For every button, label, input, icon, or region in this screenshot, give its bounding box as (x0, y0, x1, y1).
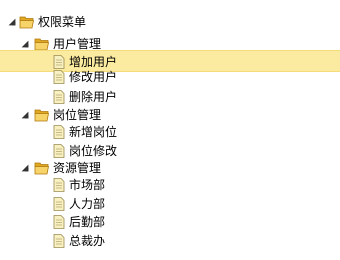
folder-open-icon (19, 16, 34, 29)
permission-tree: 权限菜单 用户管理 增加用户 修改用户 删除用户 岗位管理 新增岗位 岗位修改 … (0, 0, 340, 260)
tree-node-root[interactable]: 权限菜单 (0, 11, 340, 33)
tree-leaf-label: 修改用户 (69, 70, 118, 84)
tree-leaf-label: 后勤部 (69, 215, 106, 229)
expand-toggle-icon[interactable] (21, 40, 29, 48)
tree-leaf-label: 人力部 (69, 197, 106, 211)
tree-leaf-modify-user[interactable]: 修改用户 (0, 66, 340, 88)
expand-toggle-icon[interactable] (21, 164, 29, 172)
document-icon (53, 215, 65, 229)
tree-node-label: 权限菜单 (38, 15, 87, 29)
document-icon (53, 197, 65, 211)
expand-toggle-icon[interactable] (8, 18, 16, 26)
tree-leaf-label: 总裁办 (69, 234, 106, 248)
document-icon (53, 234, 65, 248)
expand-toggle-icon[interactable] (21, 111, 29, 119)
document-icon (53, 125, 65, 139)
tree-leaf-label: 删除用户 (69, 90, 118, 104)
document-icon (53, 178, 65, 192)
document-icon (53, 70, 65, 84)
document-icon (53, 90, 65, 104)
tree-leaf-president-office[interactable]: 总裁办 (0, 230, 340, 252)
tree-leaf-label: 市场部 (69, 178, 106, 192)
tree-leaf-label: 新增岗位 (69, 125, 118, 139)
